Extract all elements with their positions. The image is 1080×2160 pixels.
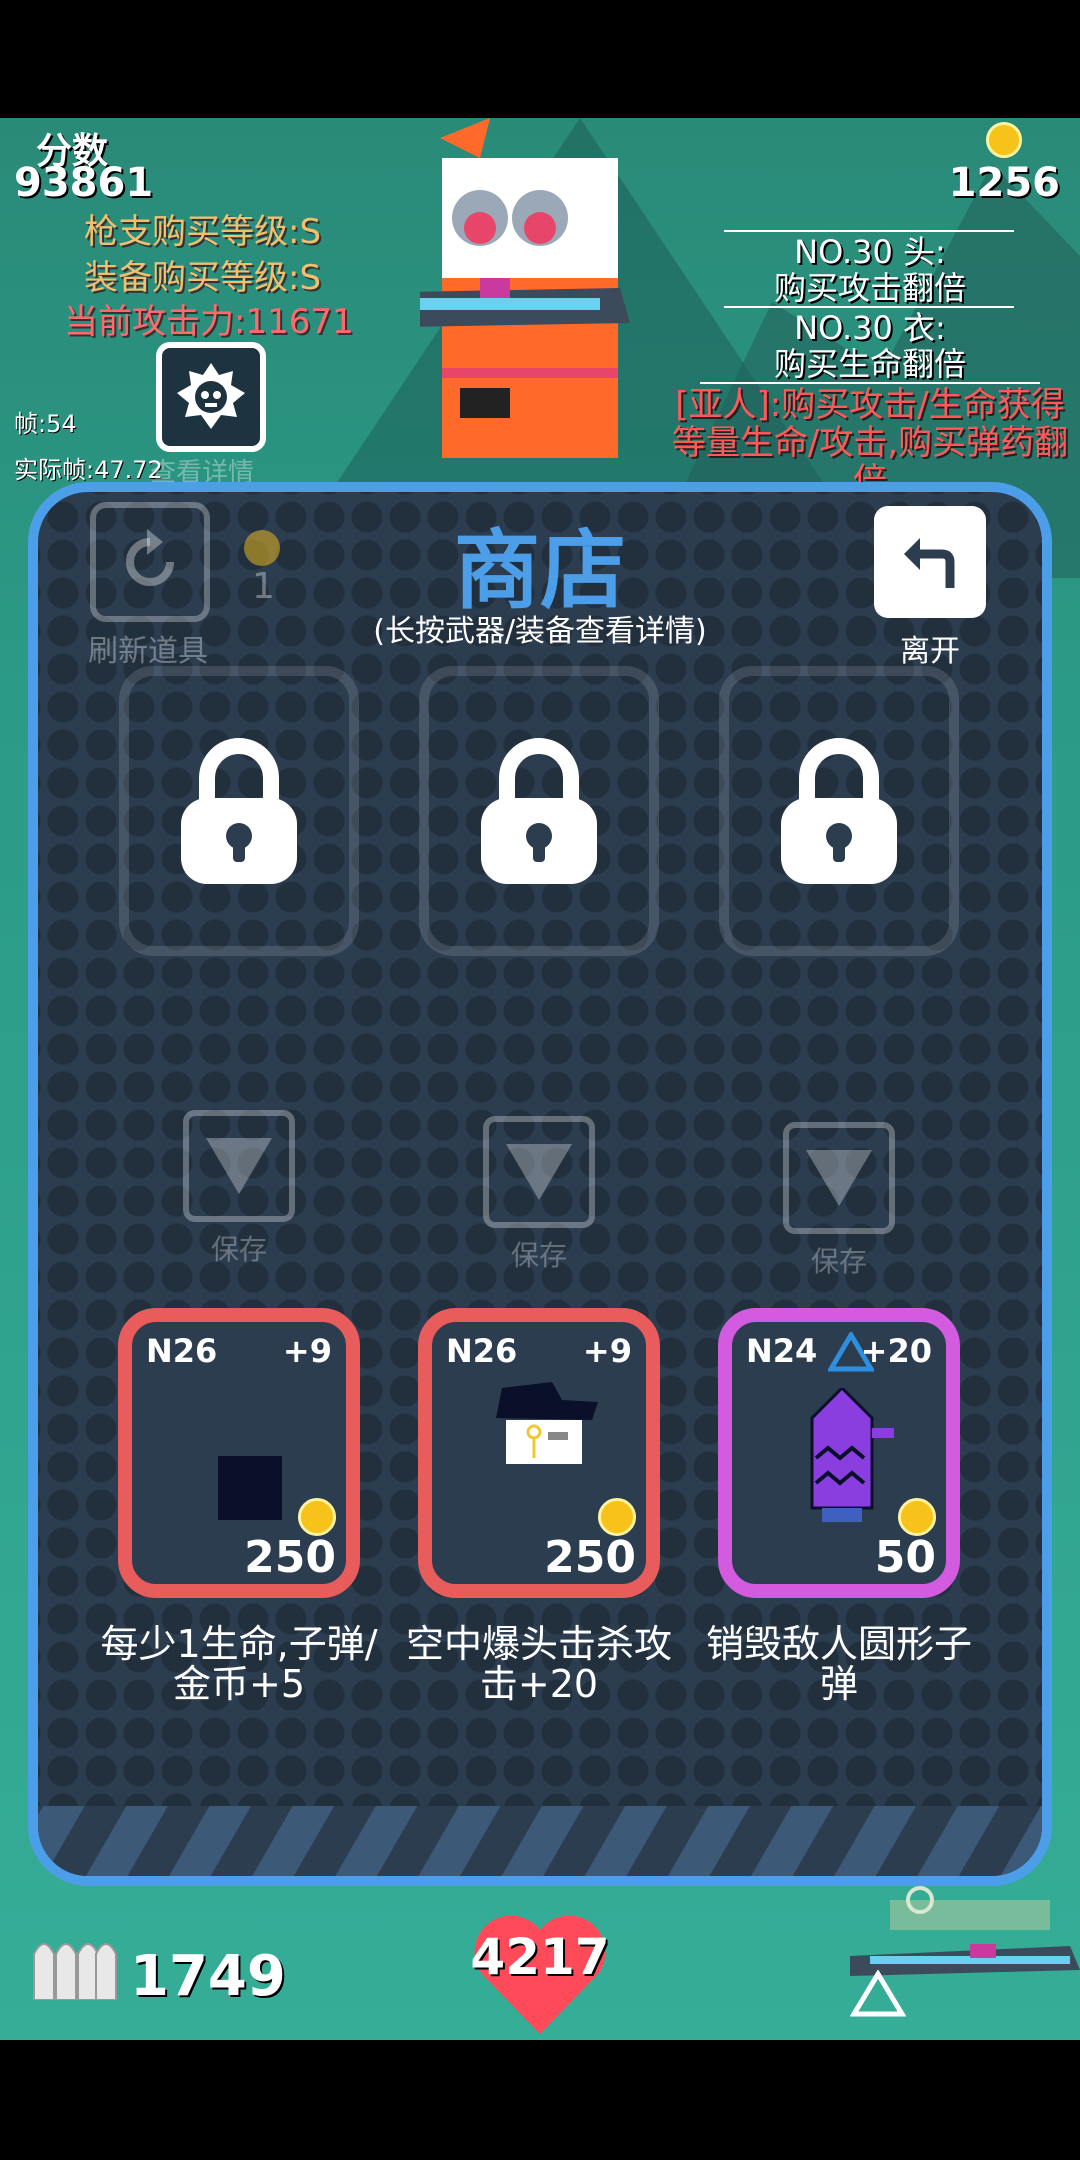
down-arrow-icon <box>206 1138 272 1194</box>
item-description: 空中爆头击杀攻击+20 <box>405 1622 672 1706</box>
item-description: 销毁敌人圆形子弹 <box>705 1622 972 1706</box>
save-label: 保存 <box>510 1239 567 1272</box>
coin-icon <box>598 1498 636 1536</box>
refresh-items-label: 刷新道具 <box>88 634 208 669</box>
shop-item-card[interactable]: N26 +9 250 <box>118 1308 360 1598</box>
skill-button[interactable] <box>156 342 266 452</box>
item-description: 每少1生命,子弹/金币+5 <box>100 1622 378 1706</box>
refresh-icon <box>126 529 174 586</box>
body-bonus-title: NO.30 衣: <box>794 309 946 347</box>
coin-count: 1256 <box>948 160 1060 206</box>
attack-power: 当前攻击力:11671 <box>64 302 354 342</box>
item-level: N26 <box>446 1332 518 1370</box>
purple-gun-item-icon <box>810 1388 894 1522</box>
dark-square-item-icon <box>218 1456 282 1520</box>
item-bonus: +9 <box>282 1332 332 1370</box>
lock-icon <box>781 738 897 884</box>
item-bonus: +20 <box>860 1332 932 1370</box>
body-bonus-desc: 购买生命翻倍 <box>773 345 966 383</box>
locked-weapon-slot[interactable] <box>119 666 359 956</box>
shop-item-card[interactable]: N26 +9 250 <box>418 1308 660 1598</box>
equipment-purchase-level: 装备购买等级:S <box>84 258 322 298</box>
item-price: 250 <box>244 1532 336 1583</box>
head-bonus-title: NO.30 头: <box>794 233 946 271</box>
ammo-count: 1749 <box>130 1944 286 2009</box>
leave-button[interactable] <box>874 506 986 618</box>
equipped-weapon-icon[interactable] <box>850 1860 1080 1980</box>
return-arrow-icon <box>904 538 955 588</box>
score-value: 93861 <box>14 160 154 206</box>
skull-icon <box>177 363 245 429</box>
player-character <box>420 118 630 458</box>
save-button[interactable] <box>783 1122 895 1234</box>
refresh-items-button[interactable] <box>90 502 210 622</box>
head-bonus-desc: 购买攻击翻倍 <box>773 269 966 307</box>
shop-item-card[interactable]: N24 +20 50 <box>718 1308 960 1598</box>
ammo-icon <box>33 1943 117 2000</box>
item-level: N24 <box>746 1332 818 1370</box>
item-level: N26 <box>146 1332 218 1370</box>
item-price: 250 <box>544 1532 636 1583</box>
locked-weapon-slot[interactable] <box>719 666 959 956</box>
save-label: 保存 <box>210 1233 267 1266</box>
bottom-black-bar <box>0 2040 1080 2160</box>
divider <box>724 230 1014 232</box>
coin-icon <box>298 1498 336 1536</box>
coin-icon <box>898 1498 936 1536</box>
save-label: 保存 <box>810 1245 867 1278</box>
coin-icon <box>244 530 280 566</box>
lock-icon <box>181 738 297 884</box>
down-arrow-icon <box>506 1144 572 1200</box>
item-bonus: +9 <box>582 1332 632 1370</box>
leave-label: 离开 <box>900 634 960 669</box>
item-price: 50 <box>874 1532 936 1583</box>
real-fps-counter: 实际帧:47.72 <box>14 456 163 484</box>
triangle-switch-icon[interactable] <box>850 1970 906 2018</box>
locked-weapon-slot[interactable] <box>419 666 659 956</box>
hat-item-icon <box>496 1382 598 1464</box>
fps-counter: 帧:54 <box>14 410 77 438</box>
down-arrow-icon <box>806 1150 872 1206</box>
gun-purchase-level: 枪支购买等级:S <box>84 212 322 252</box>
hp-value: 4217 <box>470 1928 610 1986</box>
coin-icon <box>986 122 1022 158</box>
divider <box>724 306 1014 308</box>
top-black-bar <box>0 0 1080 118</box>
save-button[interactable] <box>483 1116 595 1228</box>
refresh-cost: 1 <box>252 566 275 607</box>
lock-icon <box>481 738 597 884</box>
save-button[interactable] <box>183 1110 295 1222</box>
divider <box>700 382 1040 384</box>
